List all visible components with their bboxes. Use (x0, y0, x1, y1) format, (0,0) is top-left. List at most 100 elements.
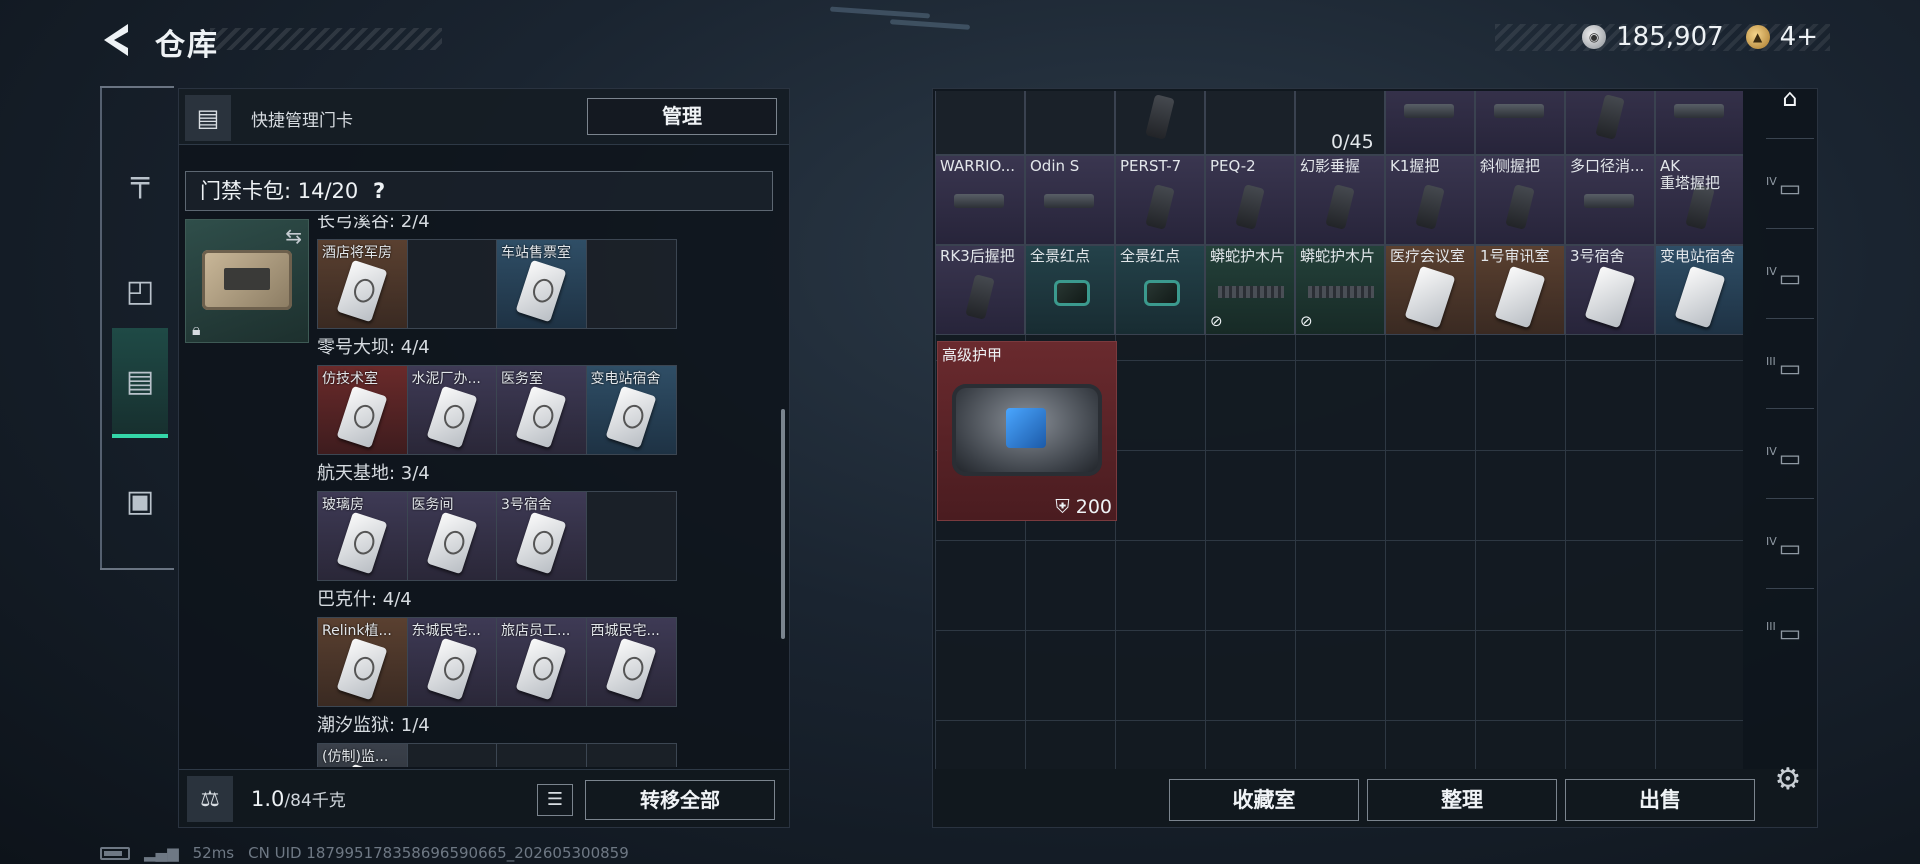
grip-icon (1235, 184, 1265, 230)
keycard-item[interactable]: 医务间 (407, 492, 497, 580)
weight-value: 1.0 (251, 787, 285, 811)
storage-item[interactable]: K1握把 (1385, 155, 1475, 245)
keycard-icon (515, 385, 567, 449)
manage-button[interactable]: 管理 (587, 98, 777, 135)
storage-item[interactable] (1385, 91, 1475, 155)
container-tab[interactable]: III ▭ (1766, 611, 1814, 655)
container-tab[interactable]: ⌂ (1766, 76, 1814, 120)
keycard-row: 仿技术室 水泥厂办... 医务室 变电站宿舍 (317, 365, 677, 455)
storage-item[interactable]: 变电站宿舍 (1655, 245, 1743, 335)
keycard-item[interactable]: (仿制)监... (318, 744, 408, 767)
storage-item[interactable] (1655, 91, 1743, 155)
keycard-item[interactable]: 医务室 (497, 366, 587, 454)
sort-button[interactable]: 整理 (1367, 779, 1557, 821)
tab-cases[interactable]: ▣ (112, 446, 168, 556)
armor-image (952, 384, 1102, 476)
keycard-icon (336, 385, 388, 449)
keycard-group-list[interactable]: 长弓溪谷: 2/4 酒店将军房 车站售票室 零号大坝: 4/4 仿技术室 水泥厂办... 医… (317, 215, 787, 767)
container-tab[interactable]: IV ▭ (1766, 256, 1814, 300)
storage-grid[interactable]: 0/45 高级护甲 ⛨ 200 WARRIO... Odin S PERST-7 PE… (935, 91, 1743, 769)
empty-keycard-slot[interactable] (586, 240, 676, 328)
tier-label: III (1766, 620, 1776, 633)
panel-title: 快捷管理门卡 (251, 111, 353, 131)
keycard-label: 西城民宅... (590, 623, 660, 639)
list-view-button[interactable]: ☰ (537, 784, 573, 816)
briefcase-icon: ▣ (125, 483, 155, 519)
storage-item[interactable] (1565, 91, 1655, 155)
gold-currency-value: 4+ (1779, 22, 1818, 52)
storage-item[interactable]: 全景红点 (1025, 245, 1115, 335)
item-label: 多口径消... (1570, 157, 1645, 175)
item-label: AK 重塔握把 (1660, 157, 1721, 192)
tier-label: IV (1766, 265, 1777, 278)
keycard-item[interactable]: 西城民宅... (586, 618, 676, 706)
storage-item[interactable]: 多口径消... (1565, 155, 1655, 245)
item-label: WARRIO... (940, 157, 1016, 175)
divider (1766, 498, 1814, 499)
storage-item[interactable] (1115, 91, 1205, 155)
storage-item[interactable]: 斜侧握把 (1475, 155, 1565, 245)
keycard-item[interactable]: 玻璃房 (318, 492, 408, 580)
container-tab[interactable]: III ▭ (1766, 346, 1814, 390)
tab-weapons[interactable]: ╤ (112, 126, 168, 236)
keycard-item[interactable]: 变电站宿舍 (586, 366, 676, 454)
container-tab[interactable]: IV ▭ (1766, 166, 1814, 210)
item-label: Odin S (1030, 157, 1080, 175)
storage-item[interactable] (1025, 91, 1115, 155)
keycard-icon (515, 511, 567, 575)
item-label: 3号宿舍 (1570, 247, 1625, 265)
signal-icon: ▂▄▆ (144, 844, 179, 862)
container-tab[interactable]: IV ▭ (1766, 436, 1814, 480)
item-label: 全景红点 (1120, 247, 1181, 265)
divider (1766, 588, 1814, 589)
keycard-item[interactable]: 车站售票室 (497, 240, 587, 328)
storage-item[interactable]: 3号宿舍 (1565, 245, 1655, 335)
storage-footer: 收藏室 整理 出售 (933, 769, 1817, 827)
storage-item[interactable]: AK 重塔握把 (1655, 155, 1743, 245)
keycard-icon (1584, 265, 1636, 329)
storage-item[interactable]: PERST-7 (1115, 155, 1205, 245)
empty-keycard-slot[interactable] (407, 240, 497, 328)
storage-item[interactable] (1205, 91, 1295, 155)
empty-keycard-slot[interactable] (586, 492, 676, 580)
armor-item[interactable]: 高级护甲 ⛨ 200 (937, 341, 1117, 521)
empty-keycard-slot[interactable] (407, 744, 497, 767)
keycard-label: Relink植... (322, 623, 392, 639)
storage-item[interactable] (1475, 91, 1565, 155)
container-tab[interactable]: IV ▭ (1766, 526, 1814, 570)
uid-text: CN UID 1879951783586965906​65_2026053008… (248, 844, 629, 862)
storage-item[interactable] (935, 91, 1025, 155)
keycard-item[interactable]: 旅店员工... (497, 618, 587, 706)
collection-room-button[interactable]: 收藏室 (1169, 779, 1359, 821)
battery-icon (100, 846, 130, 860)
keycard-item[interactable]: 酒店将军房 (318, 240, 408, 328)
keycard-item[interactable]: 仿技术室 (318, 366, 408, 454)
keycard-label: 东城民宅... (411, 623, 481, 639)
help-icon[interactable]: ? (373, 179, 385, 203)
storage-item[interactable]: 全景红点 (1115, 245, 1205, 335)
keycard-item[interactable]: 3号宿舍 (497, 492, 587, 580)
tab-keycards[interactable]: ▤ (112, 328, 168, 438)
empty-keycard-slot[interactable] (497, 744, 587, 767)
storage-item[interactable]: PEQ-2 (1205, 155, 1295, 245)
keycard-holder-slot[interactable]: ⇆ 🔒︎ (185, 219, 309, 343)
storage-item[interactable]: 医疗会议室 (1385, 245, 1475, 335)
storage-item[interactable]: RK3后握把 (935, 245, 1025, 335)
folder-ammo-icon: ▭ (1778, 174, 1802, 202)
settings-gear-icon[interactable]: ⚙ (1770, 762, 1806, 798)
back-button[interactable] (98, 20, 134, 60)
keycard-item[interactable]: 水泥厂办... (407, 366, 497, 454)
scrollbar[interactable] (781, 409, 785, 639)
storage-item[interactable]: 幻影垂握 (1295, 155, 1385, 245)
storage-item[interactable]: WARRIO... (935, 155, 1025, 245)
storage-item[interactable]: 1号审讯室 (1475, 245, 1565, 335)
swap-icon[interactable]: ⇆ (285, 224, 302, 248)
transfer-all-button[interactable]: 转移全部 (585, 780, 775, 820)
keycard-item[interactable]: Relink植... (318, 618, 408, 706)
storage-item[interactable]: 蟒蛇护木片 ⊘ (1205, 245, 1295, 335)
empty-keycard-slot[interactable] (586, 744, 676, 767)
sell-button[interactable]: 出售 (1565, 779, 1755, 821)
storage-item[interactable]: 蟒蛇护木片 ⊘ (1295, 245, 1385, 335)
keycard-item[interactable]: 东城民宅... (407, 618, 497, 706)
storage-item[interactable]: Odin S (1025, 155, 1115, 245)
